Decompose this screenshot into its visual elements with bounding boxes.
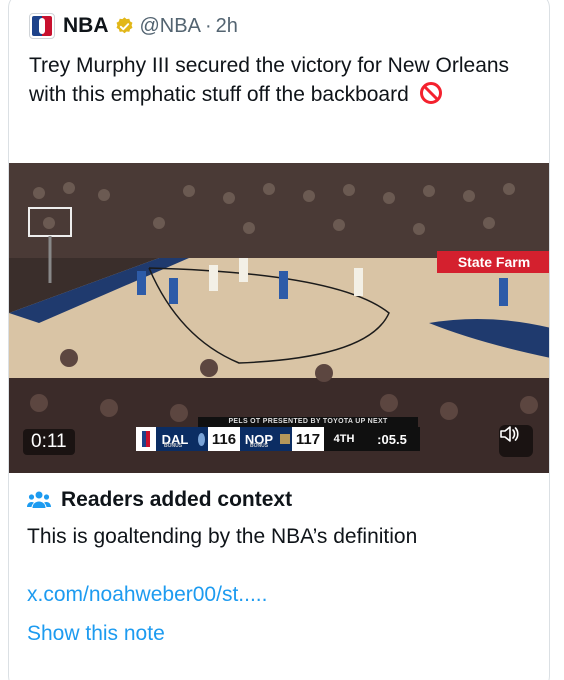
- arena-sign: State Farm: [458, 254, 530, 270]
- show-note-link[interactable]: Show this note: [27, 622, 165, 646]
- away-bonus: BONUS: [164, 443, 183, 449]
- period: 4TH: [324, 427, 364, 451]
- context-title: Readers added context: [61, 488, 293, 511]
- verified-badge-icon: [116, 16, 132, 33]
- no-entry-icon: [419, 82, 442, 104]
- community-notes-header: Readers added context: [27, 488, 292, 512]
- context-body: This is goaltending by the NBA’s definit…: [27, 525, 418, 548]
- author-name[interactable]: NBA: [63, 14, 109, 38]
- mavericks-logo-icon: [194, 427, 208, 451]
- nba-logo-avatar[interactable]: [29, 13, 55, 39]
- home-score: 117: [292, 427, 324, 451]
- home-team: NOP BONUS: [240, 427, 278, 451]
- volume-button[interactable]: [499, 425, 533, 457]
- speaker-icon: [500, 426, 519, 442]
- away-score: 116: [208, 427, 240, 451]
- away-team: DAL BONUS: [156, 427, 194, 451]
- video-elapsed-time: 0:11: [23, 429, 75, 455]
- separator-dot: ·: [204, 14, 212, 37]
- tweet-header: NBA @NBA · 2h: [29, 11, 238, 41]
- tweet-text: Trey Murphy III secured the victory for …: [29, 51, 529, 109]
- context-source-link[interactable]: x.com/noahweber00/st.....: [27, 583, 267, 607]
- tweet-card[interactable]: NBA @NBA · 2h Trey Murphy III secured th…: [8, 0, 550, 680]
- home-bonus: BONUS: [250, 443, 269, 449]
- game-clock: :05.5: [364, 427, 420, 451]
- scorebug-banner: PELS OT PRESENTED BY TOYOTA UP NEXT: [198, 417, 418, 427]
- nba-scorebug-logo: [136, 427, 156, 451]
- people-icon: [27, 491, 51, 508]
- video-player[interactable]: State Farm PELS OT PRESENTED BY TOYOTA U…: [9, 163, 549, 473]
- author-handle[interactable]: @NBA: [140, 15, 201, 38]
- timestamp[interactable]: 2h: [216, 15, 238, 38]
- pelicans-logo-icon: [278, 427, 292, 451]
